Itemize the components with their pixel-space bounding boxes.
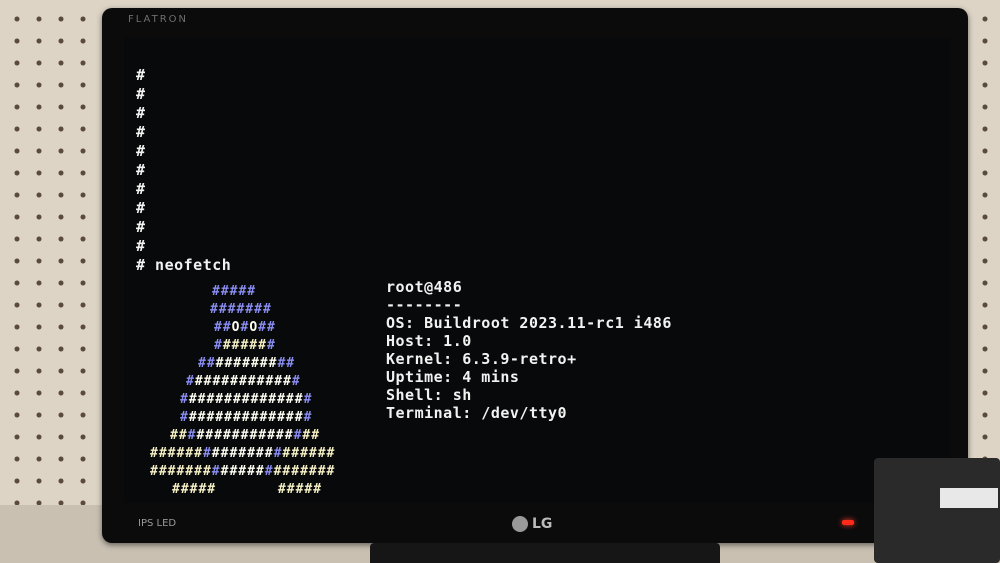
host-info: Host: 1.0 (386, 332, 472, 350)
lg-circle-icon (512, 516, 528, 532)
ips-led-label: IPS LED (138, 518, 177, 529)
monitor: FLATRON # # # # # # # # # # # neofetch #… (102, 8, 968, 543)
os-info: OS: Buildroot 2023.11-rc1 i486 (386, 314, 672, 332)
shell-info: Shell: sh (386, 386, 472, 404)
lg-logo: LG (512, 516, 552, 532)
prompt-line: # (136, 180, 146, 198)
kernel-info: Kernel: 6.3.9-retro+ (386, 350, 577, 368)
prompt-line: # (136, 199, 146, 217)
monitor-stand (370, 543, 720, 563)
command-line: # neofetch (136, 256, 232, 274)
lg-brand-text: LG (532, 516, 553, 532)
hardware-device (874, 458, 1000, 563)
prompt-line: # (136, 104, 146, 122)
monitor-model-label: FLATRON (128, 14, 189, 25)
prompt-line: # (136, 123, 146, 141)
prompt-history: # # # # # # # # # # # neofetch (136, 66, 231, 275)
prompt-line: # (136, 161, 146, 179)
power-led-icon (842, 520, 854, 525)
uptime-info: Uptime: 4 mins (386, 368, 520, 386)
terminal-info: Terminal: /dev/tty0 (386, 404, 568, 422)
prompt-line: # (136, 66, 146, 84)
prompt-line: # (136, 218, 146, 236)
prompt-line: # (136, 142, 146, 160)
separator: -------- (386, 296, 463, 314)
device-sticker (940, 488, 998, 508)
terminal-screen[interactable]: # # # # # # # # # # # neofetch ##### ###… (124, 38, 950, 503)
prompt-line: # (136, 85, 146, 103)
user-host: root@486 (386, 278, 463, 296)
prompt-line: # (136, 237, 146, 255)
system-info: root@486 -------- OS: Buildroot 2023.11-… (386, 278, 672, 422)
